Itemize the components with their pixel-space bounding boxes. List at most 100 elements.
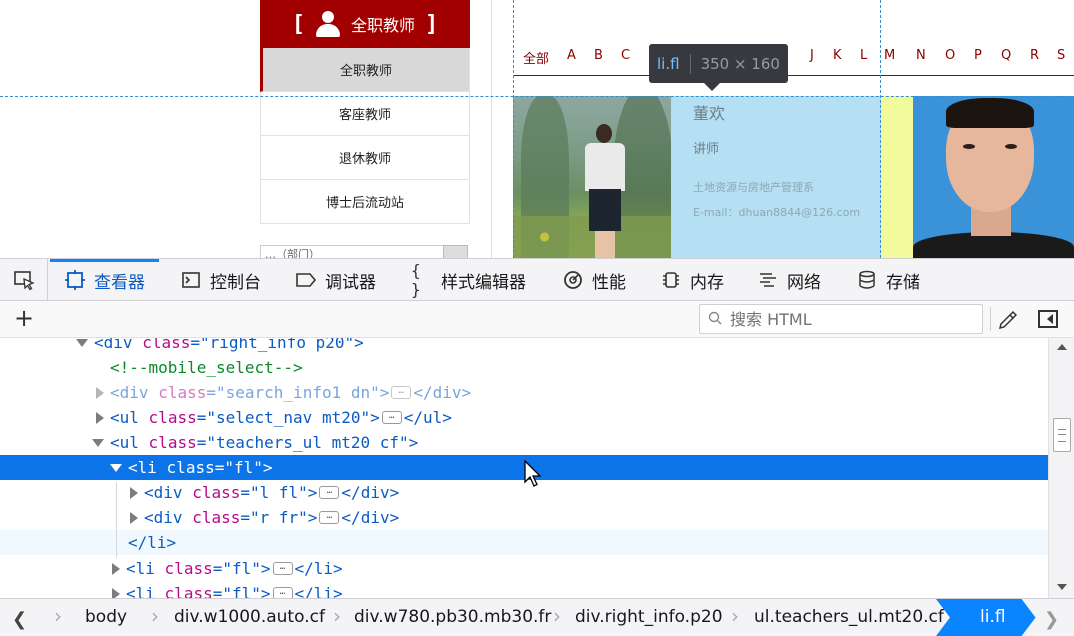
markup-node[interactable]: <div class="r fr">… </div> <box>0 505 1048 530</box>
tab-storage[interactable]: 存储 <box>856 259 920 301</box>
plus-icon: + <box>13 304 35 332</box>
margin-highlight <box>881 96 913 258</box>
expand-twisty-icon[interactable] <box>112 562 120 575</box>
braces-icon: { } <box>411 261 421 299</box>
category-item-retired[interactable]: 退休教师 <box>260 136 470 180</box>
category-header: [ 全职教师 ] <box>260 0 470 48</box>
alpha-nav-all[interactable]: 全部 <box>523 48 549 67</box>
markup-closing-tag[interactable]: </li> <box>0 530 1048 555</box>
tab-performance[interactable]: 性能 <box>562 259 626 301</box>
devtools-toolbar: 查看器 控制台 调试器 { } 样式编辑器 性能 内存 网络 存储 <box>0 258 1074 301</box>
tab-console[interactable]: 控制台 <box>180 259 261 301</box>
alpha-nav-p[interactable]: P <box>974 48 982 63</box>
database-icon <box>856 269 878 291</box>
breadcrumb-body[interactable]: body <box>85 599 127 636</box>
alpha-nav-l[interactable]: L <box>860 48 867 63</box>
chevron-left-icon[interactable]: ❮ <box>12 609 27 630</box>
alpha-nav-s[interactable]: S <box>1057 48 1065 63</box>
markup-node[interactable]: <li class="fl">… </li> <box>0 556 1048 581</box>
markup-scrollbar[interactable] <box>1048 338 1074 598</box>
expand-twisty-icon[interactable] <box>96 411 104 424</box>
department-select-button[interactable] <box>443 245 468 258</box>
breadcrumb-div-w1000[interactable]: div.w1000.auto.cf <box>174 599 325 636</box>
memory-chip-icon <box>660 269 682 291</box>
highlighter-guide-right <box>880 0 881 258</box>
expand-twisty-icon[interactable] <box>130 511 138 524</box>
markup-node[interactable]: <li class="fl">… </li> <box>0 581 1048 598</box>
infobar-tag: li.fl <box>657 54 680 73</box>
alpha-nav-b[interactable]: B <box>594 48 603 63</box>
scroll-down-icon[interactable] <box>1057 584 1067 590</box>
teacher-card[interactable]: 董欢 讲师 土地资源与房地产管理系 E-mail：dhuan8844@126.c… <box>513 96 881 258</box>
markup-node[interactable]: <div class="right_info p20"> <box>0 338 1048 355</box>
add-node-button[interactable]: + <box>12 304 36 332</box>
infobar-dimensions: 350 × 160 <box>700 54 780 73</box>
ellipsis-badge[interactable]: … <box>319 511 340 524</box>
column-divider <box>491 0 492 258</box>
right-bracket-icon: ] <box>425 11 439 37</box>
collapse-twisty-icon[interactable] <box>92 438 104 447</box>
teacher-email: E-mail：dhuan8844@126.com <box>693 206 861 219</box>
teacher-photo-2[interactable] <box>913 96 1074 258</box>
breadcrumb-separator-icon: › <box>54 604 62 628</box>
mouse-cursor-icon <box>524 460 542 487</box>
teacher-photo[interactable] <box>513 96 671 258</box>
tab-debugger-label: 调试器 <box>325 272 376 293</box>
breadcrumb-div-right-info[interactable]: div.right_info.p20 <box>575 599 723 636</box>
expand-twisty-icon[interactable] <box>130 486 138 499</box>
toggle-sidebar-panel-icon[interactable] <box>1038 310 1058 328</box>
eyedropper-button[interactable] <box>997 309 1019 331</box>
alpha-nav-a[interactable]: A <box>567 48 576 63</box>
collapse-twisty-icon[interactable] <box>110 463 122 472</box>
alpha-nav-c[interactable]: C <box>621 48 630 63</box>
search-icon <box>708 311 722 329</box>
alpha-nav-n[interactable]: N <box>916 48 926 63</box>
breadcrumb-li-fl[interactable]: li.fl <box>936 599 1036 636</box>
chevron-right-icon[interactable]: ❯ <box>1044 609 1059 630</box>
tab-style-editor[interactable]: { } 样式编辑器 <box>411 259 526 301</box>
breadcrumb: ❮ › body › div.w1000.auto.cf › div.w780.… <box>0 598 1074 636</box>
search-html-box[interactable] <box>699 304 983 334</box>
tab-memory[interactable]: 内存 <box>660 259 724 301</box>
expand-twisty-icon[interactable] <box>96 386 104 399</box>
department-select[interactable]: …（部门） <box>260 245 468 258</box>
tab-network-label: 网络 <box>787 272 821 293</box>
breadcrumb-div-w780[interactable]: div.w780.pb30.mb30.fr <box>354 599 551 636</box>
tab-debugger[interactable]: 调试器 <box>295 259 376 301</box>
ellipsis-badge[interactable]: … <box>272 562 293 575</box>
tab-inspector[interactable]: 查看器 <box>50 259 159 301</box>
teacher-department: 土地资源与房地产管理系 <box>693 181 814 194</box>
scroll-up-icon[interactable] <box>1057 344 1067 350</box>
alpha-nav-j[interactable]: J <box>810 48 814 63</box>
element-picker-button[interactable] <box>0 259 48 301</box>
category-item-postdoc[interactable]: 博士后流动站 <box>260 180 470 224</box>
alpha-nav-m[interactable]: M <box>884 48 895 63</box>
markup-node-hidden[interactable]: <div class="search_info1 dn">… </div> <box>0 380 1048 405</box>
tab-performance-label: 性能 <box>592 272 626 293</box>
category-header-title: 全职教师 <box>350 16 415 35</box>
markup-comment[interactable]: <!--mobile_select--> <box>0 355 1048 380</box>
collapse-twisty-icon[interactable] <box>76 338 88 347</box>
alpha-nav-r[interactable]: R <box>1030 48 1039 63</box>
tab-network[interactable]: 网络 <box>757 259 821 301</box>
search-html-input[interactable] <box>730 308 976 330</box>
alpha-nav-q[interactable]: Q <box>1001 48 1011 63</box>
tab-inspector-label: 查看器 <box>94 272 145 293</box>
ellipsis-badge[interactable]: … <box>272 587 293 598</box>
scrollbar-thumb[interactable] <box>1053 418 1071 452</box>
debugger-icon <box>295 269 317 291</box>
category-list: 全职教师 客座教师 退休教师 博士后流动站 <box>260 48 470 224</box>
alpha-nav-k[interactable]: K <box>833 48 842 63</box>
markup-node[interactable]: <ul class="select_nav mt20">… </ul> <box>0 405 1048 430</box>
ellipsis-badge[interactable]: … <box>381 411 402 424</box>
ellipsis-badge[interactable]: … <box>319 486 340 499</box>
markup-node[interactable]: <ul class="teachers_ul mt20 cf"> <box>0 430 1048 455</box>
alpha-nav-o[interactable]: O <box>945 48 955 63</box>
teacher-name[interactable]: 董欢 <box>693 100 725 124</box>
expand-twisty-icon[interactable] <box>112 587 120 598</box>
ellipsis-badge[interactable]: … <box>391 386 412 399</box>
breadcrumb-ul-teachers[interactable]: ul.teachers_ul.mt20.cf <box>754 599 944 636</box>
highlighter-guide-horizontal <box>0 96 1074 97</box>
category-item-fulltime[interactable]: 全职教师 <box>260 48 470 92</box>
category-item-guest[interactable]: 客座教师 <box>260 92 470 136</box>
